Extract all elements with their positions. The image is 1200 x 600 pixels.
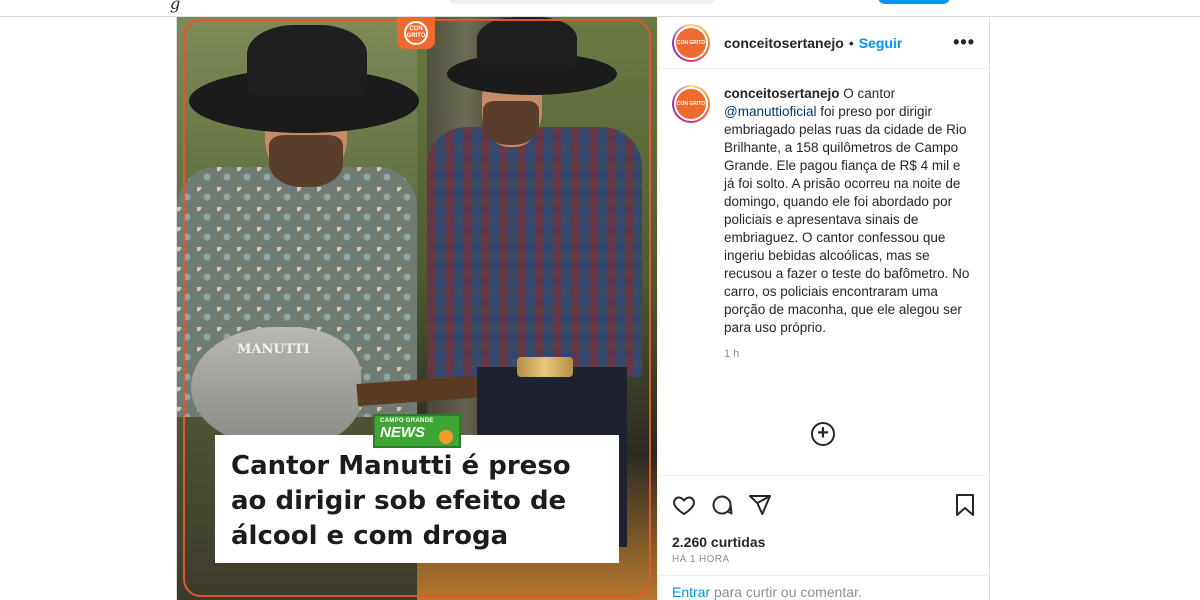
enter-link[interactable]: Entrar (672, 584, 710, 600)
post-sidebar: CON GRITO conceitosertanejo • Seguir •••… (657, 17, 990, 600)
bookmark-icon[interactable] (954, 493, 976, 517)
login-prompt: Entrar para curtir ou comentar. (658, 575, 990, 600)
mention-link[interactable]: @manuttioficial (724, 104, 817, 119)
likes-count[interactable]: 2.260 curtidas (672, 534, 976, 550)
username-link[interactable]: conceitosertanejo (724, 35, 844, 51)
caption-avatar[interactable]: CON GRITO (672, 85, 710, 123)
more-options-icon[interactable]: ••• (953, 32, 975, 53)
headline-card: Cantor Manutti é preso ao dirigir sob ef… (215, 435, 619, 563)
post-image[interactable]: MANUTTI CON GRITO Cantor Manutti é preso… (177, 17, 657, 600)
share-icon[interactable] (748, 493, 772, 517)
post-container: MANUTTI CON GRITO Cantor Manutti é preso… (176, 17, 990, 600)
separator-dot: • (848, 34, 854, 51)
caption-block: CON GRITO conceitosertanejo O cantor @ma… (658, 69, 989, 363)
top-bar: g (0, 0, 1200, 17)
heart-icon[interactable] (672, 493, 696, 517)
brand-badge: CON GRITO (397, 17, 435, 49)
action-bar: 2.260 curtidas HÁ 1 HORA (658, 475, 990, 565)
search-input[interactable] (448, 0, 716, 4)
login-button[interactable] (878, 0, 950, 4)
instagram-logo[interactable]: g (170, 0, 180, 13)
post-time: HÁ 1 HORA (672, 554, 730, 565)
post-header: CON GRITO conceitosertanejo • Seguir ••• (658, 17, 989, 69)
caption-timestamp: 1 h (724, 348, 740, 360)
headline-text: Cantor Manutti é preso ao dirigir sob ef… (231, 451, 571, 551)
follow-button[interactable]: Seguir (859, 35, 903, 51)
caption-text: conceitosertanejo O cantor @manuttiofici… (724, 85, 974, 363)
comment-icon[interactable] (710, 493, 734, 517)
plus-circle-icon[interactable]: + (811, 422, 835, 446)
avatar[interactable]: CON GRITO (672, 23, 710, 62)
news-logo: CAMPO GRANDE NEWS (373, 414, 461, 448)
caption-username-link[interactable]: conceitosertanejo (724, 86, 840, 101)
